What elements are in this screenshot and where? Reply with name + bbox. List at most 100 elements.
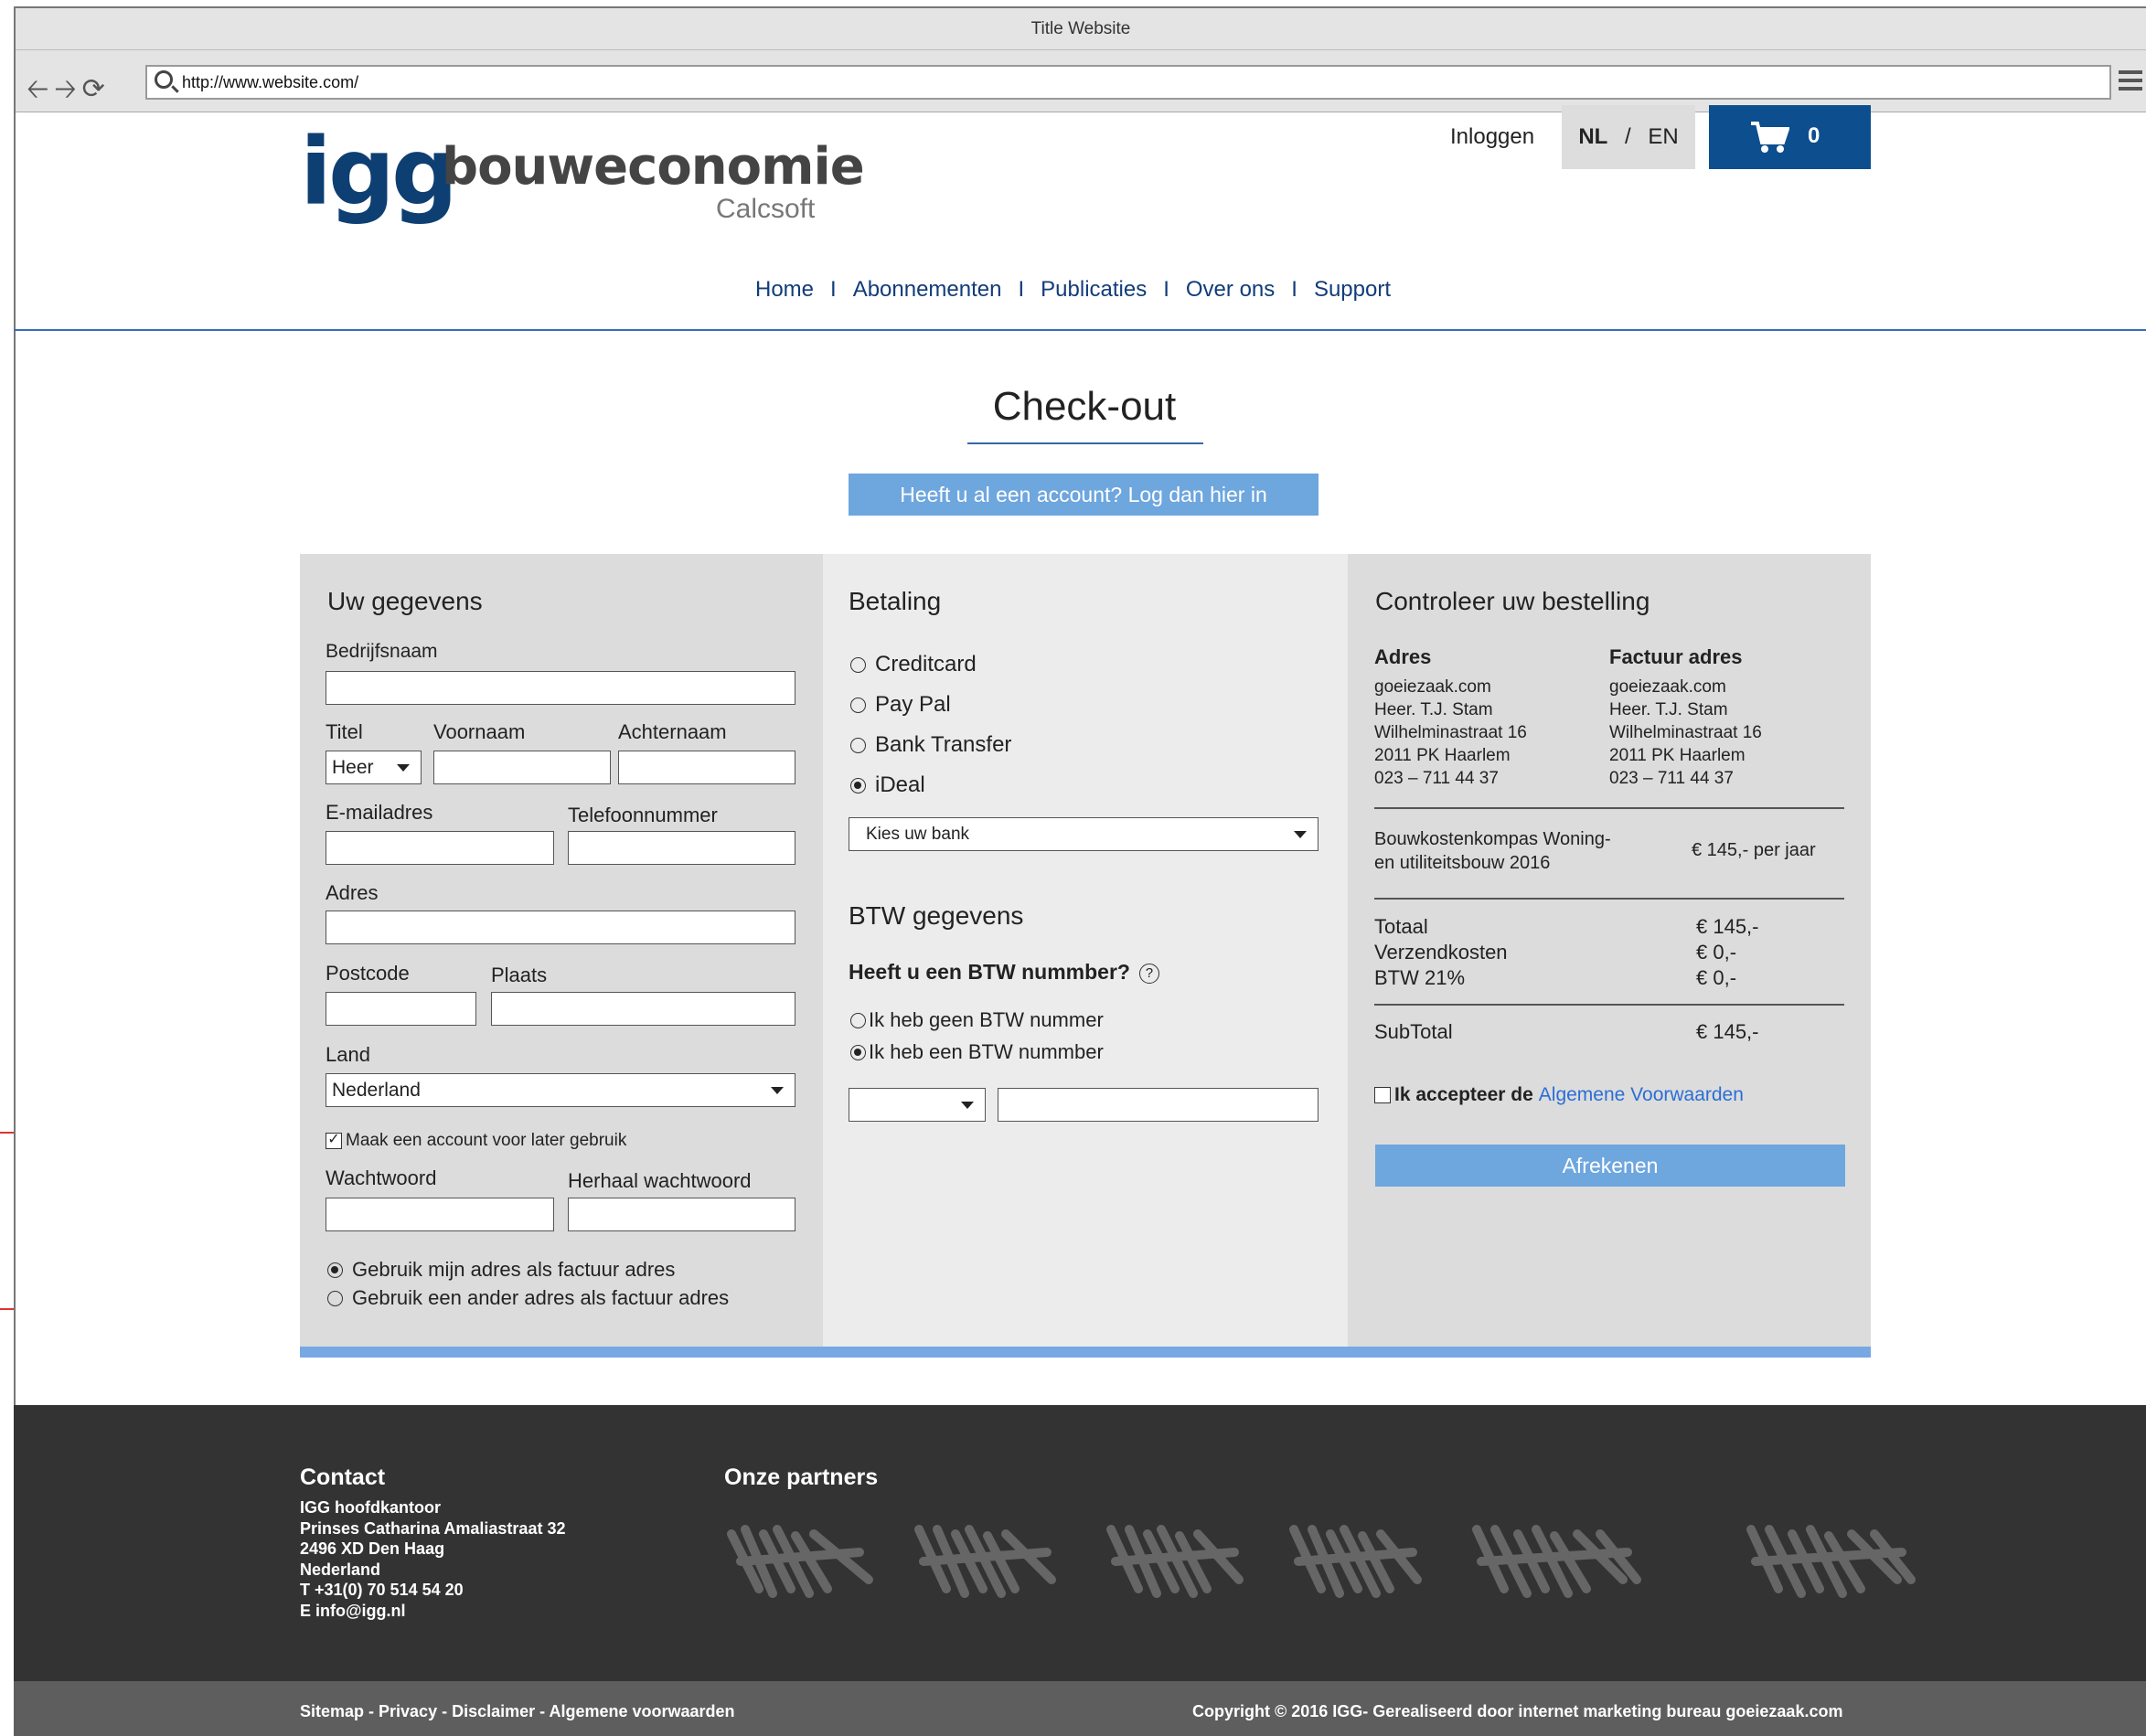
address-line: 2011 PK Haarlem	[1374, 746, 1511, 765]
radio-empty-icon	[850, 737, 866, 753]
password-input[interactable]	[326, 1198, 554, 1231]
product-name: Bouwkostenkompas Woning- en utiliteitsbo…	[1374, 827, 1611, 875]
checkbox-checked-icon: ✓	[326, 1133, 342, 1149]
phone-input[interactable]	[568, 831, 795, 865]
payment-option-label: Creditcard	[875, 652, 977, 676]
city-input[interactable]	[491, 992, 795, 1026]
nav-item-support[interactable]: Support	[1314, 277, 1391, 302]
subtotal-value: € 145,-	[1696, 1020, 1759, 1043]
cart-icon	[1751, 122, 1789, 153]
title-select[interactable]: Heer	[326, 751, 422, 784]
copyright: Copyright © 2016 IGG- Gerealiseerd door …	[1192, 1702, 1843, 1720]
company-input[interactable]	[326, 671, 795, 705]
address-label: Adres	[326, 881, 379, 904]
forward-arrow-icon[interactable]: 🡢	[54, 74, 81, 104]
nav-item-over-ons[interactable]: Over ons	[1186, 277, 1275, 302]
totals-labels: Totaal Verzendkosten BTW 21%	[1374, 914, 1508, 991]
contact-line: 2496 XD Den Haag	[300, 1539, 445, 1558]
email-input[interactable]	[326, 831, 554, 865]
radio-selected-icon	[850, 777, 866, 793]
vat-none-radio[interactable]: Ik heb geen BTW nummer	[850, 1008, 1104, 1032]
nav-separator: I	[1291, 277, 1297, 302]
contact-line: T +31(0) 70 514 54 20	[300, 1581, 464, 1599]
back-arrow-icon[interactable]: 🡠	[27, 74, 54, 104]
product-line: Bouwkostenkompas Woning-	[1374, 829, 1611, 849]
logo-brand: bouweconomie	[442, 137, 865, 197]
billing-other-radio[interactable]: Gebruik een ander adres als factuur adre…	[327, 1286, 729, 1310]
radio-empty-icon	[850, 1012, 866, 1028]
checkbox-empty-icon	[1374, 1087, 1391, 1103]
help-icon[interactable]: ?	[1138, 964, 1159, 984]
invoice-line: goeiezaak.com	[1609, 677, 1726, 697]
lang-en[interactable]: EN	[1648, 124, 1678, 149]
footer-links[interactable]: Sitemap - Privacy - Disclaimer - Algemen…	[300, 1702, 735, 1721]
contact-line: Prinses Catharina Amaliastraat 32	[300, 1518, 566, 1538]
reload-icon[interactable]: ⟳	[82, 74, 111, 104]
postcode-input[interactable]	[326, 992, 476, 1026]
vat-label: BTW 21%	[1374, 966, 1466, 989]
contact-line[interactable]: E info@igg.nl	[300, 1601, 565, 1622]
totals-values: € 145,- € 0,- € 0,-	[1696, 914, 1759, 991]
product-line: en utiliteitsbouw 2016	[1374, 853, 1551, 873]
address-line: goeiezaak.com	[1374, 677, 1491, 697]
payment-option-bank-transfer[interactable]: Bank Transfer	[850, 732, 1011, 758]
language-switch: NL / EN	[1562, 105, 1695, 169]
vat-have-radio[interactable]: Ik heb een BTW nummber	[850, 1040, 1104, 1064]
country-select-value: Nederland	[332, 1080, 421, 1101]
nav-separator: I	[1163, 277, 1169, 302]
page-title: Check-out	[992, 384, 1177, 429]
payment-option-label: iDeal	[875, 772, 925, 797]
country-label: Land	[326, 1043, 370, 1066]
payment-option-creditcard[interactable]: Creditcard	[850, 652, 977, 677]
account-login-button[interactable]: Heeft u al een account? Log dan hier in	[849, 474, 1319, 516]
nav-item-publicaties[interactable]: Publicaties	[1041, 277, 1147, 302]
hamburger-menu-icon[interactable]	[2119, 70, 2142, 91]
logo[interactable]: igg bouweconomie Calcsoft	[300, 126, 865, 225]
lastname-input[interactable]	[618, 751, 795, 784]
url-input[interactable]: http://www.website.com/	[145, 65, 2111, 100]
checkout-button[interactable]: Afrekenen	[1375, 1145, 1845, 1187]
invoice-line: Heer. T.J. Stam	[1609, 700, 1728, 719]
divider	[1374, 898, 1844, 900]
vat-question-text: Heeft u een BTW nummber?	[849, 960, 1130, 984]
search-icon	[155, 70, 173, 89]
browser-nav-buttons: 🡠🡢⟳	[27, 69, 111, 115]
billing-other-label: Gebruik een ander adres als factuur adre…	[352, 1286, 730, 1309]
nav-item-abonnementen[interactable]: Abonnementen	[853, 277, 1002, 302]
payment-title: Betaling	[849, 587, 942, 615]
nav-item-home[interactable]: Home	[755, 277, 814, 302]
firstname-input[interactable]	[433, 751, 611, 784]
invoice-line: Wilhelminastraat 16	[1609, 723, 1762, 742]
address-line: Heer. T.J. Stam	[1374, 700, 1493, 719]
invoice-line: 023 – 711 44 37	[1609, 769, 1734, 788]
main-nav: Home I Abonnementen I Publicaties I Over ons I S…	[0, 277, 2146, 303]
vat-number-input[interactable]	[998, 1088, 1319, 1122]
country-select[interactable]: Nederland	[326, 1073, 795, 1107]
partner-logo-scribble	[1746, 1525, 1916, 1598]
panels-bottom-bar	[300, 1347, 1871, 1358]
total-value: € 145,-	[1696, 915, 1759, 938]
bank-select[interactable]: Kies uw bank	[849, 817, 1319, 851]
create-account-checkbox[interactable]: ✓ Maak een account voor later gebruik	[326, 1131, 626, 1151]
password-repeat-input[interactable]	[568, 1198, 795, 1231]
payment-option-paypal[interactable]: Pay Pal	[850, 692, 951, 718]
terms-checkbox[interactable]: Ik accepteer de Algemene Voorwaarden	[1374, 1084, 1744, 1106]
password-label: Wachtwoord	[326, 1166, 437, 1189]
partner-logo-scribble	[1106, 1525, 1244, 1598]
payment-option-ideal[interactable]: iDeal	[850, 772, 925, 798]
partners-title: Onze partners	[724, 1464, 879, 1490]
lang-nl[interactable]: NL	[1578, 124, 1607, 149]
title-select-value: Heer	[332, 757, 374, 778]
url-text: http://www.website.com/	[182, 73, 359, 91]
billing-same-radio[interactable]: Gebruik mijn adres als factuur adres	[327, 1258, 675, 1282]
partner-logo-scribble	[1289, 1525, 1422, 1598]
vat-country-select[interactable]	[849, 1088, 986, 1122]
address-block: goeiezaak.com Heer. T.J. Stam Wilhelmina…	[1374, 676, 1527, 790]
terms-link[interactable]: Algemene Voorwaarden	[1539, 1084, 1744, 1106]
address-input[interactable]	[326, 911, 795, 944]
details-title: Uw gegevens	[327, 587, 483, 615]
partner-logos	[727, 1525, 1916, 1598]
login-link[interactable]: Inloggen	[1450, 124, 1534, 150]
chevron-down-icon	[771, 1087, 784, 1094]
cart-button[interactable]: 0	[1709, 105, 1871, 169]
